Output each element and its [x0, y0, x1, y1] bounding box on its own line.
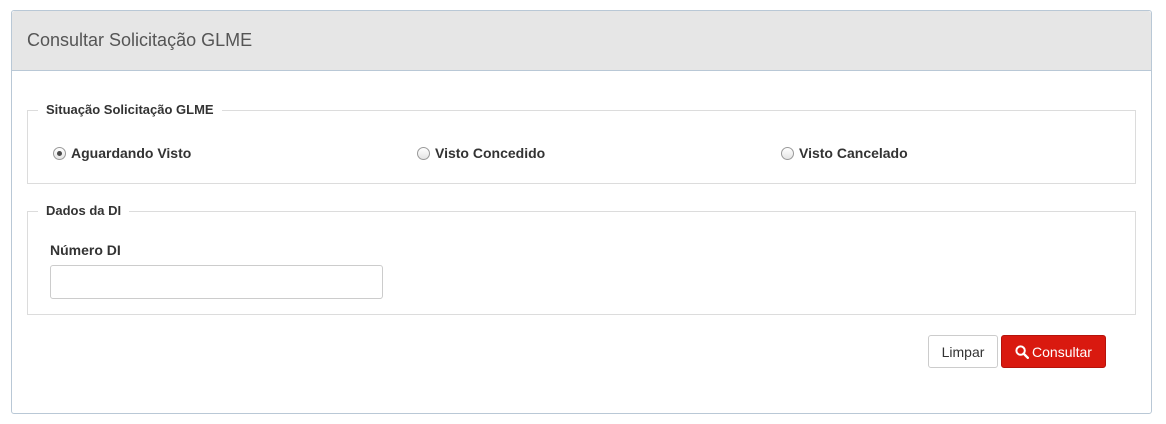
- radio-visto-cancelado-circle[interactable]: [781, 146, 794, 160]
- situacao-fieldset: Situação Solicitação GLME Aguardando Vis…: [27, 102, 1136, 184]
- page-title: Consultar Solicitação GLME: [27, 30, 253, 50]
- consultar-panel: Consultar Solicitação GLME Situação Soli…: [11, 10, 1152, 414]
- consultar-button[interactable]: Consultar: [1001, 335, 1106, 368]
- radio-visto-concedido-label: Visto Concedido: [435, 145, 546, 161]
- limpar-button[interactable]: Limpar: [928, 335, 998, 368]
- radio-aguardando-visto-circle[interactable]: [53, 146, 66, 160]
- numero-di-label: Número DI: [50, 242, 121, 258]
- consultar-button-label: Consultar: [1032, 343, 1092, 360]
- search-icon: [1015, 344, 1030, 359]
- numero-di-input[interactable]: [50, 265, 383, 299]
- radio-visto-concedido-circle[interactable]: [417, 146, 430, 160]
- dados-di-fieldset: Dados da DI Número DI: [27, 203, 1136, 315]
- radio-aguardando-visto-label: Aguardando Visto: [71, 145, 192, 161]
- radio-visto-cancelado-label: Visto Cancelado: [799, 145, 908, 161]
- limpar-button-label: Limpar: [941, 343, 985, 360]
- situacao-legend: Situação Solicitação GLME: [38, 102, 222, 118]
- panel-heading: Consultar Solicitação GLME: [12, 11, 1151, 71]
- radio-aguardando-visto[interactable]: Aguardando Visto: [53, 145, 191, 161]
- radio-visto-concedido[interactable]: Visto Concedido: [417, 145, 545, 161]
- dados-di-legend: Dados da DI: [38, 203, 130, 219]
- radio-visto-cancelado[interactable]: Visto Cancelado: [781, 145, 908, 161]
